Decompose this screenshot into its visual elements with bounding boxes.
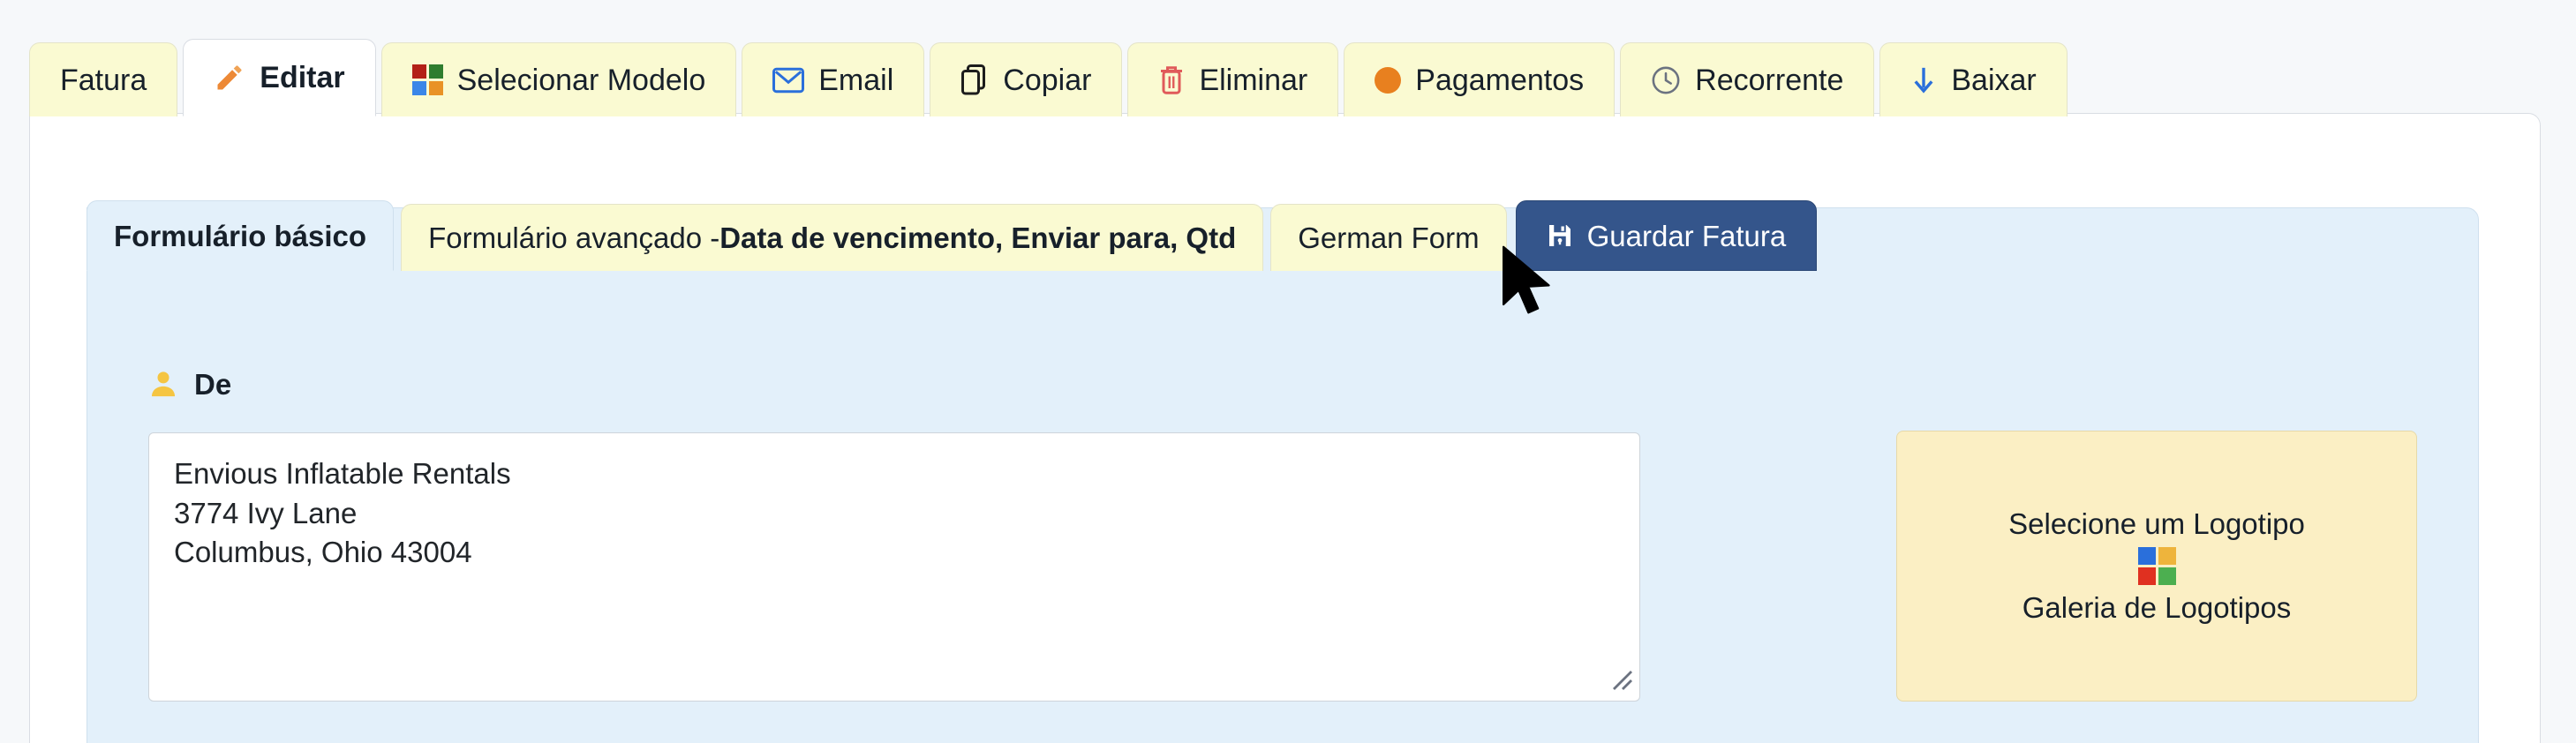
trash-icon	[1158, 64, 1185, 96]
tab-german-form-label: German Form	[1298, 221, 1480, 254]
tab-eliminar[interactable]: Eliminar	[1127, 42, 1339, 116]
envelope-icon	[772, 67, 805, 94]
grid-color-icon	[411, 64, 443, 95]
tab-copiar-label: Copiar	[1003, 63, 1092, 97]
from-address-textarea[interactable]	[148, 432, 1640, 702]
tab-fatura[interactable]: Fatura	[29, 42, 178, 116]
logo-picker-title: Selecione um Logotipo	[2008, 507, 2305, 540]
logo-picker-box[interactable]: Selecione um Logotipo Galeria de Logotip…	[1896, 431, 2417, 702]
tab-email[interactable]: Email	[742, 42, 925, 116]
copy-icon	[960, 64, 989, 96]
tab-recorrente-label: Recorrente	[1695, 63, 1844, 97]
person-icon	[148, 369, 178, 399]
tab-recorrente[interactable]: Recorrente	[1620, 42, 1875, 116]
pencil-icon	[214, 62, 245, 94]
tab-baixar[interactable]: Baixar	[1879, 42, 2068, 116]
form-tab-bar: Formulário básico Formulário avançado - …	[87, 200, 1818, 271]
app-root: Fatura Editar Selecionar Modelo Email Co…	[0, 0, 2576, 743]
tab-formulario-basico[interactable]: Formulário básico	[87, 200, 395, 271]
tab-formulario-avancado-fields: Data de vencimento, Enviar para, Qtd	[719, 221, 1237, 254]
tab-pagamentos-label: Pagamentos	[1415, 63, 1585, 97]
orange-dot-icon	[1375, 66, 1402, 94]
main-tab-bar: Fatura Editar Selecionar Modelo Email Co…	[29, 39, 2068, 116]
grid-color-icon	[2137, 547, 2176, 585]
clock-icon	[1651, 65, 1681, 95]
tab-fatura-label: Fatura	[60, 63, 147, 97]
tab-copiar[interactable]: Copiar	[930, 42, 1123, 116]
save-invoice-label: Guardar Fatura	[1586, 219, 1787, 252]
tab-editar-label: Editar	[260, 61, 345, 94]
tab-formulario-avancado-prefix: Formulário avançado -	[428, 221, 720, 254]
tab-formulario-avancado[interactable]: Formulário avançado - Data de vencimento…	[401, 204, 1264, 271]
tab-baixar-label: Baixar	[1951, 63, 2037, 97]
logo-gallery-label: Galeria de Logotipos	[2022, 591, 2292, 624]
textarea-resize-handle[interactable]	[1608, 666, 1633, 691]
save-floppy-icon	[1547, 222, 1573, 249]
tab-editar[interactable]: Editar	[183, 39, 376, 116]
tab-pagamentos[interactable]: Pagamentos	[1344, 42, 1616, 116]
save-invoice-button[interactable]: Guardar Fatura	[1515, 200, 1818, 271]
tab-selecionar-modelo[interactable]: Selecionar Modelo	[380, 42, 737, 116]
tab-email-label: Email	[818, 63, 894, 97]
tab-german-form[interactable]: German Form	[1270, 204, 1507, 271]
from-label: De	[194, 367, 232, 401]
from-label-row: De	[148, 369, 231, 399]
download-arrow-icon	[1910, 65, 1937, 95]
tab-selecionar-modelo-label: Selecionar Modelo	[456, 63, 706, 97]
tab-formulario-basico-label: Formulário básico	[114, 219, 367, 252]
tab-eliminar-label: Eliminar	[1199, 63, 1308, 97]
